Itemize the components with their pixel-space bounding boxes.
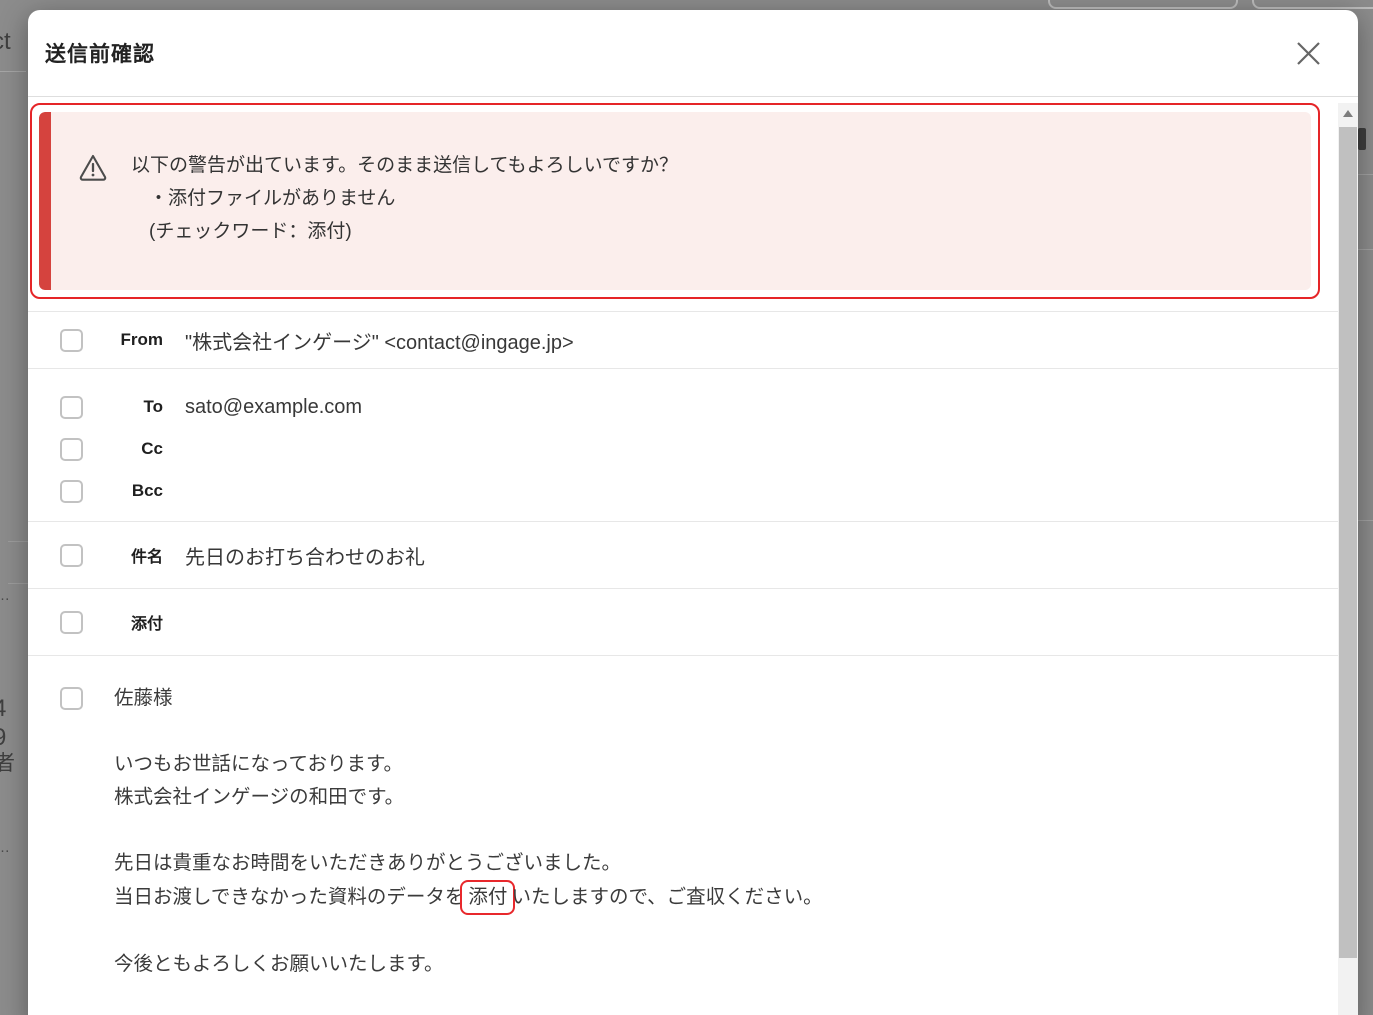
from-label: From	[83, 330, 163, 350]
close-button[interactable]	[1291, 36, 1325, 70]
to-checkbox[interactable]	[60, 396, 83, 419]
cc-checkbox[interactable]	[60, 438, 83, 461]
mail-body-greeting: 佐藤様	[114, 682, 823, 715]
blank-line	[114, 814, 823, 847]
mail-body-line: 今後ともよろしくお願いいたします。	[114, 948, 823, 981]
mail-body-line: 当日お渡しできなかった資料のデータを添付いたしますので、ご査収ください。	[114, 880, 823, 915]
to-row: To sato@example.com	[28, 386, 1338, 428]
mail-body-line-segment: 当日お渡しできなかった資料のデータを	[114, 886, 464, 908]
send-confirm-dialog: 送信前確認	[28, 10, 1358, 1015]
from-section: From "株式会社インゲージ" <contact@ingage.jp>	[28, 311, 1338, 369]
scrollbar-thumb[interactable]	[1339, 127, 1357, 958]
backdrop-divider	[1358, 174, 1373, 175]
warning-checkword-note: (チェックワード：添付)	[149, 215, 1291, 248]
scrollbar-up-arrow[interactable]	[1343, 110, 1353, 117]
checkword-highlight-box: 添付	[460, 880, 515, 915]
mail-body-text: 佐藤様 いつもお世話になっております。 株式会社インゲージの和田です。 先日は貴…	[114, 682, 823, 981]
attachment-section: 添付	[28, 589, 1338, 656]
backdrop-text-fragment: ct	[0, 30, 11, 54]
subject-row: 件名 先日のお打ち合わせのお礼	[28, 522, 1338, 588]
warning-text: 以下の警告が出ています。そのまま送信してもよろしいですか？ ・添付ファイルがあり…	[131, 149, 1291, 248]
backdrop-divider	[8, 583, 28, 584]
cc-label: Cc	[83, 439, 163, 459]
bcc-row: Bcc	[28, 470, 1338, 512]
subject-label: 件名	[83, 543, 163, 567]
subject-section: 件名 先日のお打ち合わせのお礼	[28, 522, 1338, 589]
backdrop-text-fragment: …	[0, 840, 10, 855]
dialog-scrollbar[interactable]	[1338, 103, 1358, 1015]
mail-body-row: 佐藤様 いつもお世話になっております。 株式会社インゲージの和田です。 先日は貴…	[28, 682, 1338, 981]
cc-row: Cc	[28, 428, 1338, 470]
backdrop-text-fragment: 9	[0, 726, 6, 750]
mail-body-checkbox[interactable]	[60, 687, 83, 710]
mail-body-line: 先日は貴重なお時間をいただきありがとうございました。	[114, 847, 823, 880]
from-checkbox[interactable]	[60, 329, 83, 352]
warning-item: ・添付ファイルがありません	[149, 182, 1291, 215]
dialog-header: 送信前確認	[28, 10, 1358, 97]
backdrop-divider	[8, 541, 28, 542]
warning-banner-inner: 以下の警告が出ています。そのまま送信してもよろしいですか？ ・添付ファイルがあり…	[39, 112, 1311, 290]
recipients-section: To sato@example.com Cc Bcc	[28, 369, 1338, 522]
warning-triangle-icon	[78, 152, 108, 182]
mail-body-line: いつもお世話になっております。	[114, 748, 823, 781]
blank-line	[114, 715, 823, 748]
backdrop-text-fragment: …	[0, 588, 10, 603]
from-row: From "株式会社インゲージ" <contact@ingage.jp>	[28, 312, 1338, 368]
background-button-outline	[1252, 0, 1373, 9]
mail-body-section: 佐藤様 いつもお世話になっております。 株式会社インゲージの和田です。 先日は貴…	[28, 656, 1338, 1015]
to-value: sato@example.com	[185, 396, 362, 419]
to-label: To	[83, 397, 163, 417]
background-button-outline	[1048, 0, 1238, 9]
warning-accent-bar	[39, 112, 51, 290]
mail-body-line-segment: いたしますので、ご査収ください。	[511, 886, 822, 908]
subject-value: 先日のお打ち合わせのお礼	[185, 541, 425, 570]
attachment-row: 添付	[28, 589, 1338, 655]
bcc-label: Bcc	[83, 481, 163, 501]
backdrop-fragment	[1358, 128, 1366, 150]
mail-body-line: 株式会社インゲージの和田です。	[114, 781, 823, 814]
backdrop-text-fragment: 者	[0, 753, 15, 774]
dialog-body: 以下の警告が出ています。そのまま送信してもよろしいですか？ ・添付ファイルがあり…	[28, 103, 1358, 1015]
backdrop-text-fragment: 4	[0, 697, 6, 721]
attachment-checkbox[interactable]	[60, 611, 83, 634]
backdrop-divider	[1358, 520, 1373, 521]
from-value: "株式会社インゲージ" <contact@ingage.jp>	[185, 326, 574, 355]
attachment-label: 添付	[83, 610, 163, 634]
warning-question: 以下の警告が出ています。そのまま送信してもよろしいですか？	[131, 149, 1291, 182]
close-icon	[1295, 40, 1322, 67]
blank-line	[114, 915, 823, 948]
dialog-title: 送信前確認	[45, 38, 155, 68]
bcc-checkbox[interactable]	[60, 480, 83, 503]
backdrop-divider	[0, 71, 26, 72]
subject-checkbox[interactable]	[60, 544, 83, 567]
backdrop-divider	[1358, 249, 1373, 250]
warning-banner: 以下の警告が出ています。そのまま送信してもよろしいですか？ ・添付ファイルがあり…	[30, 103, 1320, 299]
